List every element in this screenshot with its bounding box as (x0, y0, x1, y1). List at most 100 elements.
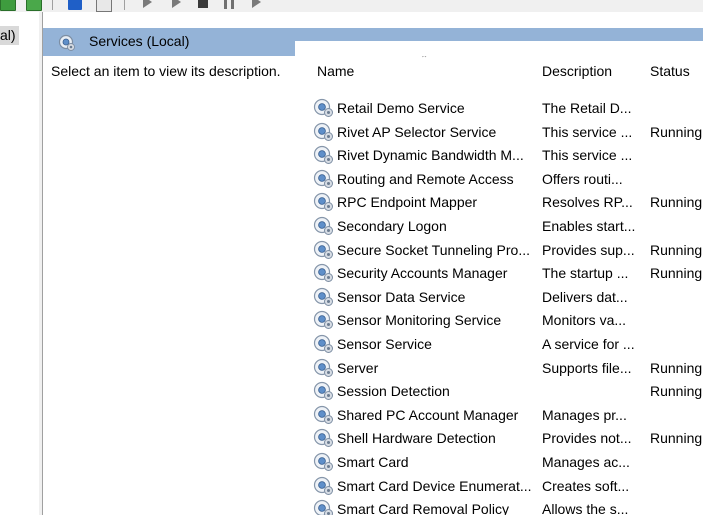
column-header-name[interactable]: Name (317, 62, 354, 80)
service-gear-icon (313, 499, 335, 515)
service-description: Manages pr... (542, 406, 627, 423)
service-gear-icon (313, 287, 335, 310)
tree-item-label: al) (0, 27, 16, 43)
service-description: This service ... (542, 123, 633, 140)
service-description: Enables start... (542, 218, 636, 234)
pane-title: Services (Local) (89, 33, 190, 49)
service-gear-icon (313, 169, 335, 192)
tree-item-services-local[interactable]: al) (0, 26, 19, 45)
column-header-description[interactable]: Description (542, 62, 612, 80)
service-gear-icon (313, 98, 335, 121)
service-status: Running (650, 123, 703, 140)
service-name: Sensor Service (337, 336, 432, 352)
service-gear-icon (313, 405, 335, 428)
service-description: Provides sup... (542, 241, 635, 258)
service-name: Shell Hardware Detection (337, 430, 496, 447)
service-row[interactable]: Smart Card Removal Policy Allows the s... (312, 498, 703, 515)
service-row[interactable]: Sensor Monitoring Service Monitors va... (312, 309, 703, 333)
service-status: Running (650, 383, 703, 400)
service-gear-icon (313, 334, 335, 357)
service-row[interactable]: Shared PC Account Manager Manages pr... (312, 404, 703, 428)
service-gear-icon (313, 240, 335, 263)
service-name: Smart Card (337, 454, 409, 470)
service-description: A service for ... (542, 336, 635, 352)
service-gear-icon (313, 428, 335, 451)
services-pane: Services (Local) Select an item to view … (43, 12, 703, 515)
refresh-icon[interactable] (0, 0, 16, 11)
service-name: Rivet Dynamic Bandwidth M... (337, 147, 524, 164)
service-row[interactable]: Sensor Service A service for ... (312, 333, 703, 357)
service-gear-icon (313, 381, 335, 404)
service-name: Security Accounts Manager (337, 265, 508, 282)
sort-ascending-icon: ⌃ (420, 56, 429, 65)
show-hide-action-pane-icon[interactable] (96, 0, 112, 12)
toolbar-separator (52, 0, 53, 10)
service-row[interactable]: Rivet Dynamic Bandwidth M... This service… (312, 144, 703, 168)
service-row[interactable]: Routing and Remote Access Offers routi... (312, 168, 703, 192)
service-status: Running (650, 194, 703, 211)
service-row[interactable]: Shell Hardware Detection Provides not... R… (312, 427, 703, 451)
service-description: Allows the s... (542, 501, 629, 515)
service-description: The Retail D... (542, 100, 632, 116)
service-description: This service ... (542, 147, 633, 164)
start-service-icon[interactable] (143, 0, 152, 8)
service-name: Smart Card Removal Policy (337, 501, 509, 515)
service-gear-icon (313, 452, 335, 475)
service-status: Running (650, 265, 703, 282)
service-gear-icon (313, 216, 335, 239)
service-row[interactable]: RPC Endpoint Mapper Resolves RP... Running (312, 191, 703, 215)
service-description: Monitors va... (542, 312, 627, 329)
service-row[interactable]: Rivet AP Selector Service This service ..… (312, 121, 703, 145)
service-row[interactable]: Session Detection Running (312, 380, 703, 404)
service-description: Delivers dat... (542, 288, 628, 305)
service-description: Provides not... (542, 430, 632, 447)
service-description: Manages ac... (542, 454, 630, 470)
export-list-icon[interactable] (26, 0, 42, 11)
service-name: Sensor Monitoring Service (337, 312, 502, 329)
service-row[interactable]: Secondary Logon Enables start... (312, 215, 703, 239)
pane-header-notch (295, 41, 703, 56)
description-prompt: Select an item to view its description. (51, 63, 281, 79)
service-gear-icon (313, 263, 335, 286)
service-name: Routing and Remote Access (337, 170, 514, 187)
console-tree: al) (0, 12, 40, 515)
service-description: Supports file... (542, 359, 632, 376)
service-description: The startup ... (542, 265, 629, 282)
service-status: Running (650, 241, 703, 258)
service-description: Creates soft... (542, 477, 630, 494)
service-name: Sensor Data Service (337, 288, 466, 305)
pause-service-icon[interactable] (224, 0, 234, 9)
toolbar (0, 0, 703, 12)
services-list[interactable]: ⌃ Name Description Status Retail Demo Se… (312, 56, 703, 515)
column-header-status[interactable]: Status (650, 62, 690, 80)
toolbar-separator (124, 0, 125, 10)
help-icon[interactable] (68, 0, 82, 10)
service-row[interactable]: Secure Socket Tunneling Pro... Provides s… (312, 239, 703, 263)
service-name: RPC Endpoint Mapper (337, 194, 478, 211)
stop-service-icon[interactable] (198, 0, 208, 8)
service-name: Secure Socket Tunneling Pro... (337, 241, 530, 258)
service-name: Session Detection (337, 383, 450, 400)
service-gear-icon (313, 358, 335, 381)
service-gear-icon (313, 192, 335, 215)
service-row[interactable]: Sensor Data Service Delivers dat... (312, 286, 703, 310)
service-name: Shared PC Account Manager (337, 406, 519, 423)
service-description: Offers routi... (542, 170, 623, 187)
service-gear-icon (58, 34, 76, 55)
service-name: Rivet AP Selector Service (337, 123, 497, 140)
service-name: Retail Demo Service (337, 100, 465, 116)
restart-service-icon[interactable] (252, 0, 261, 8)
service-gear-icon (313, 310, 335, 333)
start-service-alt-icon[interactable] (172, 0, 181, 8)
service-name: Secondary Logon (337, 218, 447, 234)
service-row[interactable]: Server Supports file... Running (312, 357, 703, 381)
service-row[interactable]: Security Accounts Manager The startup ...… (312, 262, 703, 286)
service-name: Server (337, 359, 379, 376)
service-status: Running (650, 430, 703, 447)
service-description: Resolves RP... (542, 194, 633, 211)
service-gear-icon (313, 122, 335, 145)
service-status: Running (650, 359, 703, 376)
service-row[interactable]: Smart Card Device Enumerat... Creates sof… (312, 475, 703, 499)
service-row[interactable]: Retail Demo Service The Retail D... (312, 97, 703, 121)
service-row[interactable]: Smart Card Manages ac... (312, 451, 703, 475)
